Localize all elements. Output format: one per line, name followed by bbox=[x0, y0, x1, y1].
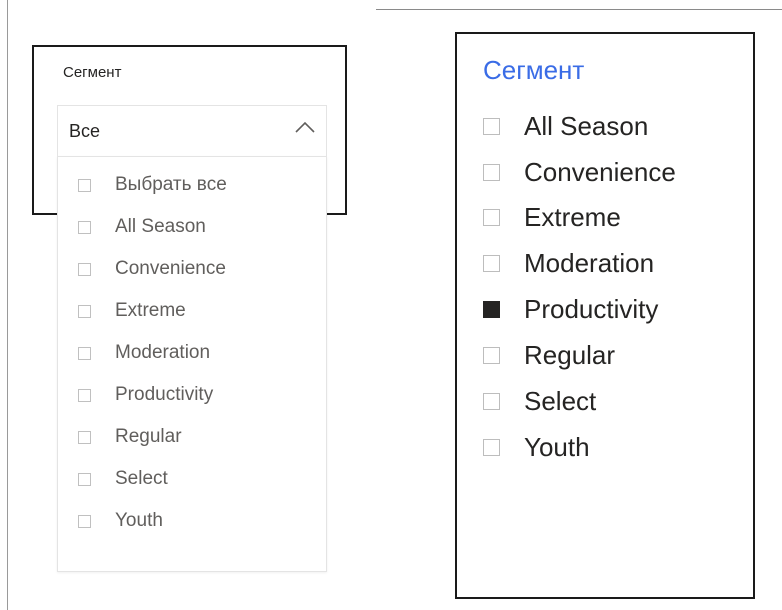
dropdown-item-select[interactable]: Select bbox=[78, 467, 168, 491]
checkbox[interactable] bbox=[78, 262, 91, 276]
list-item-label: Moderation bbox=[524, 247, 655, 278]
dropdown-item-label: Productivity bbox=[115, 384, 214, 405]
list-item-label: Youth bbox=[524, 431, 590, 462]
canvas-left-divider bbox=[7, 0, 8, 610]
list-item-label: Select bbox=[524, 385, 597, 416]
dropdown-item-moderation[interactable]: Moderation bbox=[78, 341, 210, 365]
checkbox[interactable] bbox=[483, 208, 500, 226]
list-item-label: Productivity bbox=[524, 293, 659, 324]
checkbox[interactable] bbox=[78, 220, 91, 234]
chevron-up-icon[interactable] bbox=[294, 119, 316, 135]
checkbox[interactable] bbox=[78, 514, 91, 528]
dropdown-item-label: Youth bbox=[115, 510, 163, 531]
dropdown-item-label: Regular bbox=[115, 426, 182, 447]
list-item-label: Convenience bbox=[524, 156, 676, 187]
dropdown-item-all-season[interactable]: All Season bbox=[78, 215, 206, 239]
list-item-label: Regular bbox=[524, 339, 616, 370]
dropdown-item-label: Convenience bbox=[115, 258, 226, 279]
dropdown-item-label: Select bbox=[115, 468, 168, 489]
checkbox[interactable] bbox=[483, 346, 500, 364]
dropdown-item-label: Extreme bbox=[115, 300, 186, 321]
checkbox[interactable] bbox=[483, 392, 500, 410]
dropdown-selected-value: Все bbox=[69, 121, 101, 141]
dropdown-list: Выбрать все All Season Convenience Extre… bbox=[57, 156, 327, 572]
dropdown-item-regular[interactable]: Regular bbox=[78, 425, 182, 449]
checkbox[interactable] bbox=[78, 472, 91, 486]
list-item-regular[interactable]: Regular bbox=[483, 340, 615, 370]
list-item-label: Extreme bbox=[524, 201, 621, 232]
checkbox[interactable] bbox=[78, 430, 91, 444]
list-item-moderation[interactable]: Moderation bbox=[483, 248, 654, 278]
checkbox[interactable] bbox=[78, 346, 91, 360]
dropdown-item-label: Moderation bbox=[115, 342, 211, 363]
list-item-youth[interactable]: Youth bbox=[483, 432, 590, 462]
list-slicer-title: Сегмент bbox=[483, 55, 585, 85]
canvas-top-divider bbox=[376, 9, 782, 10]
checkbox[interactable] bbox=[78, 388, 91, 402]
dropdown-slicer-title: Сегмент bbox=[63, 64, 122, 81]
dropdown-item-label: All Season bbox=[115, 216, 206, 237]
dropdown-item-youth[interactable]: Youth bbox=[78, 509, 163, 533]
dropdown-item-convenience[interactable]: Convenience bbox=[78, 257, 226, 281]
checkbox[interactable] bbox=[483, 163, 500, 181]
checkbox[interactable] bbox=[483, 117, 500, 135]
dropdown-item-label: Выбрать все bbox=[115, 174, 227, 195]
checkbox[interactable] bbox=[78, 178, 91, 192]
list-item-convenience[interactable]: Convenience bbox=[483, 157, 676, 187]
checkbox-checked[interactable] bbox=[483, 300, 500, 318]
list-item-extreme[interactable]: Extreme bbox=[483, 202, 621, 232]
dropdown-item-select-all[interactable]: Выбрать все bbox=[78, 173, 227, 197]
dropdown-select[interactable]: Все bbox=[57, 105, 327, 157]
checkbox[interactable] bbox=[483, 438, 500, 456]
list-item-productivity[interactable]: Productivity bbox=[483, 294, 658, 324]
dropdown-item-extreme[interactable]: Extreme bbox=[78, 299, 186, 323]
list-item-all-season[interactable]: All Season bbox=[483, 111, 648, 141]
list-item-label: All Season bbox=[524, 110, 649, 141]
list-item-select[interactable]: Select bbox=[483, 386, 596, 416]
dropdown-item-productivity[interactable]: Productivity bbox=[78, 383, 213, 407]
checkbox[interactable] bbox=[78, 304, 91, 318]
checkbox[interactable] bbox=[483, 254, 500, 272]
